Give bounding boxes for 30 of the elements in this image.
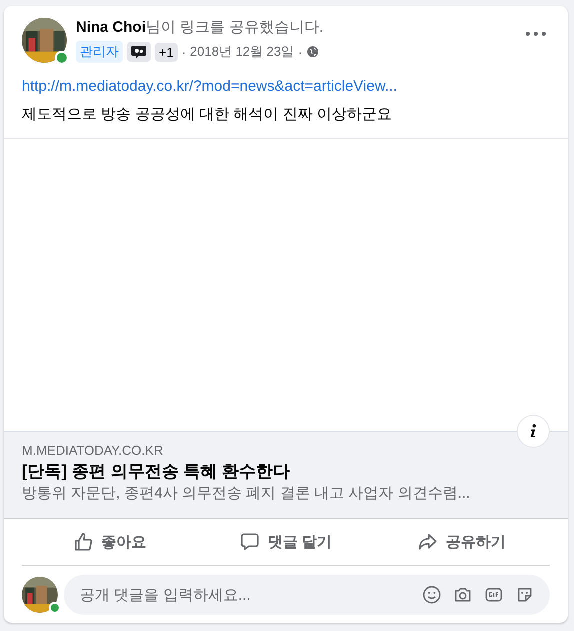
info-icon[interactable] <box>517 415 550 448</box>
count-badge: +1 <box>155 42 178 62</box>
preview-domain: M.MEDIATODAY.CO.KR <box>22 442 164 460</box>
comment-bar[interactable]: 공개 댓글을 입력하세요... <box>64 575 550 615</box>
speech-bubble-icon <box>240 532 260 552</box>
thumbs-up-icon <box>74 532 94 552</box>
share-action-text: 님이 링크를 공유했습니다. <box>146 19 324 36</box>
like-button[interactable]: 좋아요 <box>22 519 198 565</box>
share-arrow-icon <box>418 532 438 552</box>
preview-description: 방통위 자문단, 종편4사 의무전송 폐지 결론 내고 사업자 의견수렴... <box>22 484 472 504</box>
comment-field[interactable]: 공개 댓글을 입력하세요... <box>78 586 410 604</box>
online-dot <box>55 51 69 65</box>
chat-bubble-badge-icon <box>127 42 151 62</box>
role-badge: 관리자 <box>76 41 123 63</box>
post-text: 제도적으로 방송 공공성에 대한 해석이 진짜 이상하군요 <box>22 105 394 125</box>
post-date[interactable]: 2018년 12월 23일 <box>190 43 294 61</box>
smiley-icon[interactable] <box>423 586 441 604</box>
separator: · <box>182 44 186 60</box>
preview-title: [단독] 종편 의무전송 특혜 환수한다 <box>22 461 292 483</box>
comment-button[interactable]: 댓글 달기 <box>198 519 374 565</box>
share-button[interactable]: 공유하기 <box>374 519 550 565</box>
shared-url-link[interactable]: http://m.mediatoday.co.kr/?mod=news&act=articleView... <box>22 77 568 97</box>
online-dot <box>49 602 61 614</box>
separator: · <box>298 44 303 60</box>
camera-icon[interactable] <box>454 586 472 604</box>
author-link[interactable]: Nina Choi <box>76 19 146 36</box>
gif-icon[interactable] <box>485 586 503 604</box>
link-preview[interactable]: M.MEDIATODAY.CO.KR [단독] 종편 의무전송 특혜 환수한다 방통위 자문단, 종편4사 의무전송 폐지 결론 내고 사업자 의견수렴... <box>4 431 568 519</box>
sticker-icon[interactable] <box>516 586 534 604</box>
globe-icon <box>306 46 319 58</box>
